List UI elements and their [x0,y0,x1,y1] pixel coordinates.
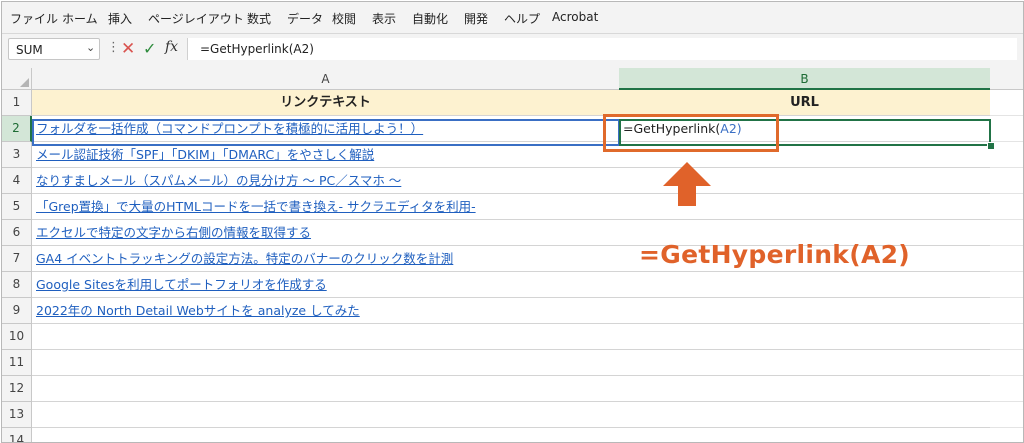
row-header-11[interactable]: 11 [2,350,32,376]
row-header-2[interactable]: 2 [2,116,32,142]
cell-a6[interactable]: エクセルで特定の文字から右側の情報を取得する [32,220,620,246]
row-header-5[interactable]: 5 [2,194,32,220]
menu-data[interactable]: データ [287,10,323,27]
up-arrow-icon [663,162,711,206]
row-header-4[interactable]: 4 [2,168,32,194]
cell-a7[interactable]: GA4 イベントトラッキングの設定方法。特定のバナーのクリック数を計測 [32,246,620,272]
excel-window: ファイル ホーム 挿入 ページレイアウト 数式 データ 校閲 表示 自動化 開発… [1,1,1024,443]
cell-a13[interactable] [32,402,620,428]
menu-automate[interactable]: 自動化 [412,10,448,27]
cell-b8[interactable] [619,272,991,298]
empty-column-cell[interactable] [990,194,1023,220]
column-header-b[interactable]: B [619,68,991,90]
row-header-6[interactable]: 6 [2,220,32,246]
row-header-8[interactable]: 8 [2,272,32,298]
column-header-a[interactable]: A [32,68,620,90]
cell-b2-reference: A2) [720,121,742,136]
cell-b1[interactable]: URL [619,90,991,116]
cell-b12[interactable] [619,376,991,402]
menu-review[interactable]: 校閲 [332,10,356,27]
cell-a10[interactable] [32,324,620,350]
row-header-9[interactable]: 9 [2,298,32,324]
name-box-value: SUM [16,43,43,57]
row-header-13[interactable]: 13 [2,402,32,428]
cell-a11[interactable] [32,350,620,376]
menu-insert[interactable]: 挿入 [108,10,132,27]
enter-icon[interactable]: ✓ [143,39,156,58]
row-header-10[interactable]: 10 [2,324,32,350]
empty-column-cell[interactable] [990,90,1023,116]
empty-column-cell[interactable] [990,246,1023,272]
cell-b9[interactable] [619,298,991,324]
cell-b11[interactable] [619,350,991,376]
name-box[interactable]: SUM ⌄ [8,38,100,60]
menu-home[interactable]: ホーム [62,10,98,27]
more-options-icon[interactable]: ⋮ [107,41,120,54]
insert-function-icon[interactable]: fx [165,39,178,55]
cell-a4[interactable]: なりすましメール（スパムメール）の見分け方 ～ PC／スマホ ～ [32,168,620,194]
empty-column-cell[interactable] [990,376,1023,402]
fill-handle[interactable] [987,142,995,150]
row-header-14[interactable]: 14 [2,428,32,442]
cell-a5[interactable]: 「Grep置換」で大量のHTMLコードを一括で書き換え- サクラエディタを利用- [32,194,620,220]
cell-b13[interactable] [619,402,991,428]
empty-column-cell[interactable] [990,350,1023,376]
empty-column-cell[interactable] [990,324,1023,350]
menu-help[interactable]: ヘルプ [504,10,540,27]
formula-text: =GetHyperlink(A2) [200,42,314,56]
column-header-empty [990,68,1023,90]
chevron-down-icon[interactable]: ⌄ [86,41,95,54]
cell-a1[interactable]: リンクテキスト [32,90,620,116]
annotation-formula-label: =GetHyperlink(A2) [639,240,911,269]
empty-column-cell[interactable] [990,142,1023,168]
menu-formulas[interactable]: 数式 [247,10,271,27]
cell-b14[interactable] [619,428,991,442]
cell-a2[interactable]: フォルダを一括作成（コマンドプロンプトを積極的に活用しよう！） [32,116,620,142]
formula-input[interactable]: =GetHyperlink(A2) [187,38,1017,60]
cell-a12[interactable] [32,376,620,402]
row-header-12[interactable]: 12 [2,376,32,402]
formula-bar: SUM ⌄ ⋮ ✕ ✓ fx =GetHyperlink(A2) [2,34,1023,64]
select-all-corner[interactable] [2,68,32,90]
empty-column-cell[interactable] [990,168,1023,194]
cell-b2-function: =GetHyperlink( [623,121,721,136]
empty-column-cell[interactable] [990,272,1023,298]
row-header-7[interactable]: 7 [2,246,32,272]
cell-b10[interactable] [619,324,991,350]
cell-a14[interactable] [32,428,620,442]
cell-a9[interactable]: 2022年の North Detail Webサイトを analyze してみた [32,298,620,324]
cancel-icon[interactable]: ✕ [121,39,135,59]
empty-column-cell[interactable] [990,298,1023,324]
cell-a3[interactable]: メール認証技術「SPF」「DKIM」「DMARC」をやさしく解説 [32,142,620,168]
empty-column-cell[interactable] [990,220,1023,246]
menu-acrobat[interactable]: Acrobat [552,10,598,24]
empty-column-cell[interactable] [990,116,1023,142]
empty-column-cell[interactable] [990,428,1023,442]
row-header-3[interactable]: 3 [2,142,32,168]
ribbon-menu-bar: ファイル ホーム 挿入 ページレイアウト 数式 データ 校閲 表示 自動化 開発… [2,2,1023,34]
cell-a8[interactable]: Google Sitesを利用してポートフォリオを作成する [32,272,620,298]
cell-b2[interactable]: =GetHyperlink(A2) [619,116,991,142]
menu-page-layout[interactable]: ページレイアウト [148,10,244,27]
row-header-1[interactable]: 1 [2,90,32,116]
menu-developer[interactable]: 開発 [464,10,488,27]
menu-file[interactable]: ファイル [10,10,58,27]
empty-column-cell[interactable] [990,402,1023,428]
menu-view[interactable]: 表示 [372,10,396,27]
